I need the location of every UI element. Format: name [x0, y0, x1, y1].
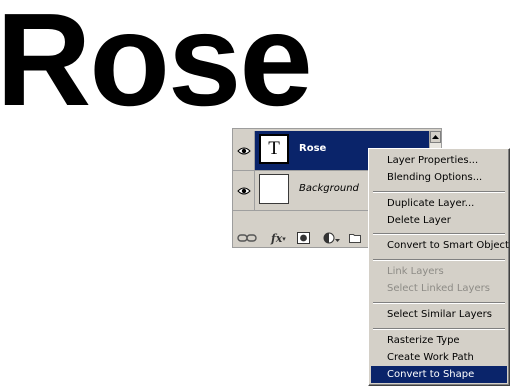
- visibility-toggle-rose[interactable]: [233, 131, 255, 170]
- menu-separator: [373, 302, 505, 304]
- layer-context-menu: Layer Properties... Blending Options... …: [368, 148, 510, 386]
- menu-separator: [373, 191, 505, 193]
- text-layer-thumbnail: T: [259, 134, 289, 164]
- scroll-up-button[interactable]: [430, 131, 441, 143]
- new-group-icon[interactable]: [349, 230, 361, 246]
- visibility-toggle-background[interactable]: [233, 171, 255, 210]
- canvas-text-rose: Rose: [0, 0, 313, 133]
- link-layers-icon[interactable]: [237, 230, 257, 246]
- fx-icon[interactable]: fx ▾: [271, 230, 286, 246]
- menu-item-layer-properties[interactable]: Layer Properties...: [371, 152, 507, 169]
- text-layer-icon: T: [268, 138, 280, 159]
- layer-name-rose: Rose: [299, 143, 327, 154]
- menu-item-duplicate-layer[interactable]: Duplicate Layer...: [371, 195, 507, 212]
- menu-item-rasterize-type[interactable]: Rasterize Type: [371, 332, 507, 349]
- scroll-up-arrow-icon: [432, 135, 439, 139]
- menu-item-select-linked-layers: Select Linked Layers: [387, 283, 490, 294]
- menu-item-create-work-path[interactable]: Create Work Path: [371, 349, 507, 366]
- menu-separator: [373, 233, 505, 235]
- adjustment-layer-icon[interactable]: [323, 230, 341, 246]
- layer-mask-icon[interactable]: [297, 230, 310, 246]
- menu-separator: [373, 328, 505, 330]
- menu-item-convert-smart-object[interactable]: Convert to Smart Object: [371, 237, 509, 254]
- menu-separator: [373, 259, 505, 261]
- menu-item-link-layers: Link Layers: [387, 266, 444, 277]
- eye-icon: [236, 147, 251, 154]
- menu-item-blending-options[interactable]: Blending Options...: [371, 169, 507, 186]
- menu-item-convert-to-shape[interactable]: Convert to Shape: [371, 366, 507, 383]
- menu-item-select-similar-layers[interactable]: Select Similar Layers: [371, 306, 507, 323]
- fx-label: fx: [271, 231, 283, 245]
- eye-icon: [236, 187, 251, 194]
- menu-item-delete-layer[interactable]: Delete Layer: [371, 212, 507, 229]
- layer-name-background: Background: [299, 183, 359, 194]
- background-layer-thumbnail: [259, 174, 289, 204]
